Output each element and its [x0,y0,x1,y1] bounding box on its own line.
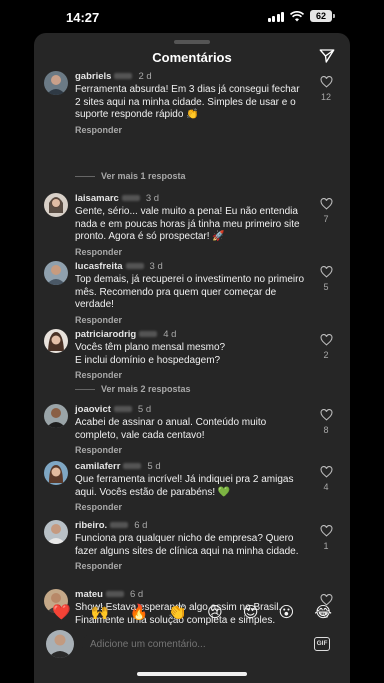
battery-icon: 62 [310,10,335,22]
like-count: 7 [323,214,329,224]
sheet-grabber[interactable] [174,40,210,44]
avatar[interactable] [44,193,68,217]
avatar[interactable] [44,404,68,428]
status-icons: 62 [267,10,335,22]
reply-button[interactable]: Responder [75,315,305,325]
redacted-name [113,406,132,413]
comment-time: 4 d [163,329,177,340]
emoji-raised-hands[interactable]: 🙌 [91,603,110,621]
comment-username[interactable]: laisamarc [75,193,119,204]
comment-text: Vocês têm plano mensal mesmo? E inclui d… [75,342,226,366]
comment-text: Ferramenta absurda! Em 3 dias já consegu… [75,84,300,120]
gif-button[interactable]: GIF [314,637,330,651]
comment-time: 2 d [138,71,152,82]
comment-username[interactable]: patriciarodrig [75,329,136,340]
send-icon[interactable] [318,47,336,65]
comment-text: Gente, sério... vale muito a pena! Eu nã… [75,206,300,242]
like-count: 4 [323,482,329,492]
heart-icon[interactable] [320,466,333,478]
emoji-heart-eyes[interactable]: 😍 [243,603,259,621]
wifi-icon [290,10,304,21]
reply-button[interactable]: Responder [75,445,305,455]
heart-icon[interactable] [320,266,333,278]
redacted-name [114,73,133,80]
avatar[interactable] [44,520,68,544]
view-more-replies[interactable]: Ver mais 1 resposta [75,171,186,181]
comment-username[interactable]: gabriels [75,71,111,82]
reply-button[interactable]: Responder [75,502,305,512]
status-bar: 14:27 62 [0,0,384,34]
like-control[interactable]: 2 [318,334,334,360]
comment-username[interactable]: joaovict [75,404,111,415]
redacted-name [123,463,142,470]
comment-username[interactable]: ribeiro. [75,520,107,531]
like-control[interactable]: 7 [318,198,334,224]
emoji-crying[interactable]: 😢 [207,603,223,621]
avatar[interactable] [44,461,68,485]
comments-sheet: Comentários gabriels 2 d Ferramenta absur… [34,33,350,683]
redacted-name [105,591,124,598]
emoji-heart[interactable]: ❤️ [52,603,71,621]
comment-username[interactable]: mateu [75,589,103,600]
view-more-replies[interactable]: Ver mais 2 respostas [75,384,191,394]
comment-time: 6 d [134,520,148,531]
like-control[interactable]: 5 [318,266,334,292]
redacted-name [110,522,129,529]
comment-text: Acabei de assinar o anual. Conteúdo muit… [75,417,267,441]
comment-username[interactable]: lucasfreita [75,261,123,272]
comment-composer: GIF [34,625,350,663]
like-count: 12 [320,92,331,102]
emoji-fire[interactable]: 🔥 [130,603,149,621]
status-time: 14:27 [66,10,100,25]
like-control[interactable]: 8 [318,409,334,435]
emoji-clap[interactable]: 👏 [168,603,187,621]
heart-icon[interactable] [320,525,333,537]
reply-button[interactable]: Responder [75,561,305,571]
like-control[interactable]: 12 [318,76,334,102]
redacted-name [121,195,140,202]
emoji-laughing[interactable]: 😂 [314,603,332,621]
like-control[interactable]: 1 [318,525,334,551]
avatar[interactable] [44,261,68,285]
comment-text: Funciona pra qualquer nicho de empresa? … [75,533,299,557]
like-count: 2 [323,350,329,360]
reply-button[interactable]: Responder [75,125,305,135]
redacted-name [125,263,144,270]
heart-icon[interactable] [320,76,333,88]
sheet-title: Comentários [152,50,232,65]
comment-time: 3 d [145,193,160,204]
heart-icon[interactable] [320,409,333,421]
like-count: 1 [323,541,329,551]
comment-time: 5 d [137,404,152,415]
comment-time: 3 d [149,261,163,272]
reply-button[interactable]: Responder [75,370,305,380]
emoji-reaction-bar: ❤️ 🙌 🔥 👏 😢 😍 😮 😂 [34,600,350,624]
home-indicator[interactable] [137,672,247,676]
reply-button[interactable]: Responder [75,247,305,257]
avatar[interactable] [44,71,68,95]
comment-text: Top demais, já recuperei o investimento … [75,274,304,310]
redacted-name [139,331,158,338]
comment-time: 6 d [129,589,144,600]
comment-time: 5 d [147,461,161,472]
comment-text: Que ferramenta incrível! Já indiquei pra… [75,474,294,498]
cellular-signal-icon [267,11,284,22]
like-count: 5 [323,282,329,292]
heart-icon[interactable] [320,334,333,346]
comment-input[interactable] [82,633,332,655]
heart-icon[interactable] [320,198,333,210]
like-control[interactable]: 4 [318,466,334,492]
like-count: 8 [323,425,329,435]
emoji-surprised[interactable]: 😮 [279,603,295,621]
avatar[interactable] [44,329,68,353]
comment-username[interactable]: camilaferr [75,461,120,472]
avatar [46,630,74,658]
